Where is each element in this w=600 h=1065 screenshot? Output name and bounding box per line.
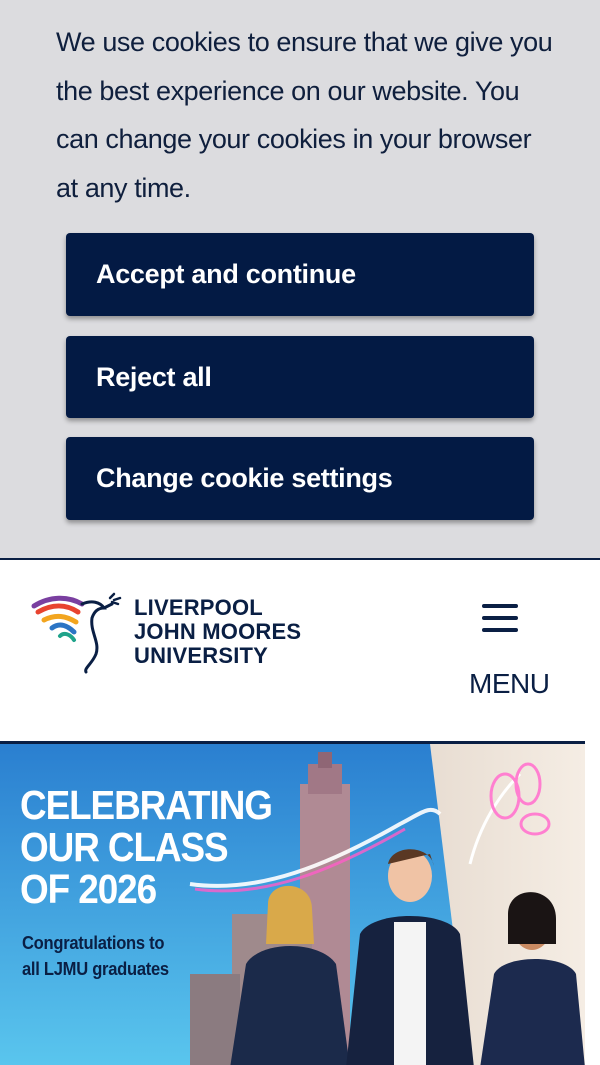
logo-line-3: UNIVERSITY: [134, 643, 269, 668]
hero-subtitle-line-1: Congratulations to: [22, 933, 165, 953]
university-name: LIVERPOOL JOHN MOORES UNIVERSITY: [134, 596, 301, 668]
accept-cookies-button[interactable]: Accept and continue: [66, 233, 534, 316]
site-header: LIVERPOOL JOHN MOORES UNIVERSITY MENU: [0, 560, 600, 741]
hero-subtitle-line-2: all LJMU graduates: [22, 959, 169, 979]
hero-title-line-1: CELEBRATING: [20, 782, 273, 828]
hero-banner[interactable]: CELEBRATING OUR CLASS OF 2026 Congratula…: [0, 741, 585, 1065]
menu-button[interactable]: MENU: [462, 596, 558, 706]
bird-logo-icon: [31, 592, 122, 674]
menu-label: MENU: [469, 668, 550, 699]
cookie-settings-button[interactable]: Change cookie settings: [66, 437, 534, 520]
hero-subtitle: Congratulations to all LJMU graduates: [22, 930, 169, 982]
hamburger-menu-icon: [482, 604, 518, 634]
hero-title: CELEBRATING OUR CLASS OF 2026: [20, 782, 273, 912]
logo-line-2: JOHN MOORES: [134, 619, 302, 644]
hero-title-line-2: OUR CLASS: [20, 824, 229, 870]
hero-title-line-3: OF 2026: [20, 866, 157, 912]
logo-line-1: LIVERPOOL: [134, 595, 263, 620]
reject-cookies-button[interactable]: Reject all: [66, 336, 534, 418]
university-logo-link[interactable]: LIVERPOOL JOHN MOORES UNIVERSITY: [30, 592, 320, 674]
cookie-banner: We use cookies to ensure that we give yo…: [0, 0, 600, 560]
cookie-message: We use cookies to ensure that we give yo…: [56, 27, 553, 203]
